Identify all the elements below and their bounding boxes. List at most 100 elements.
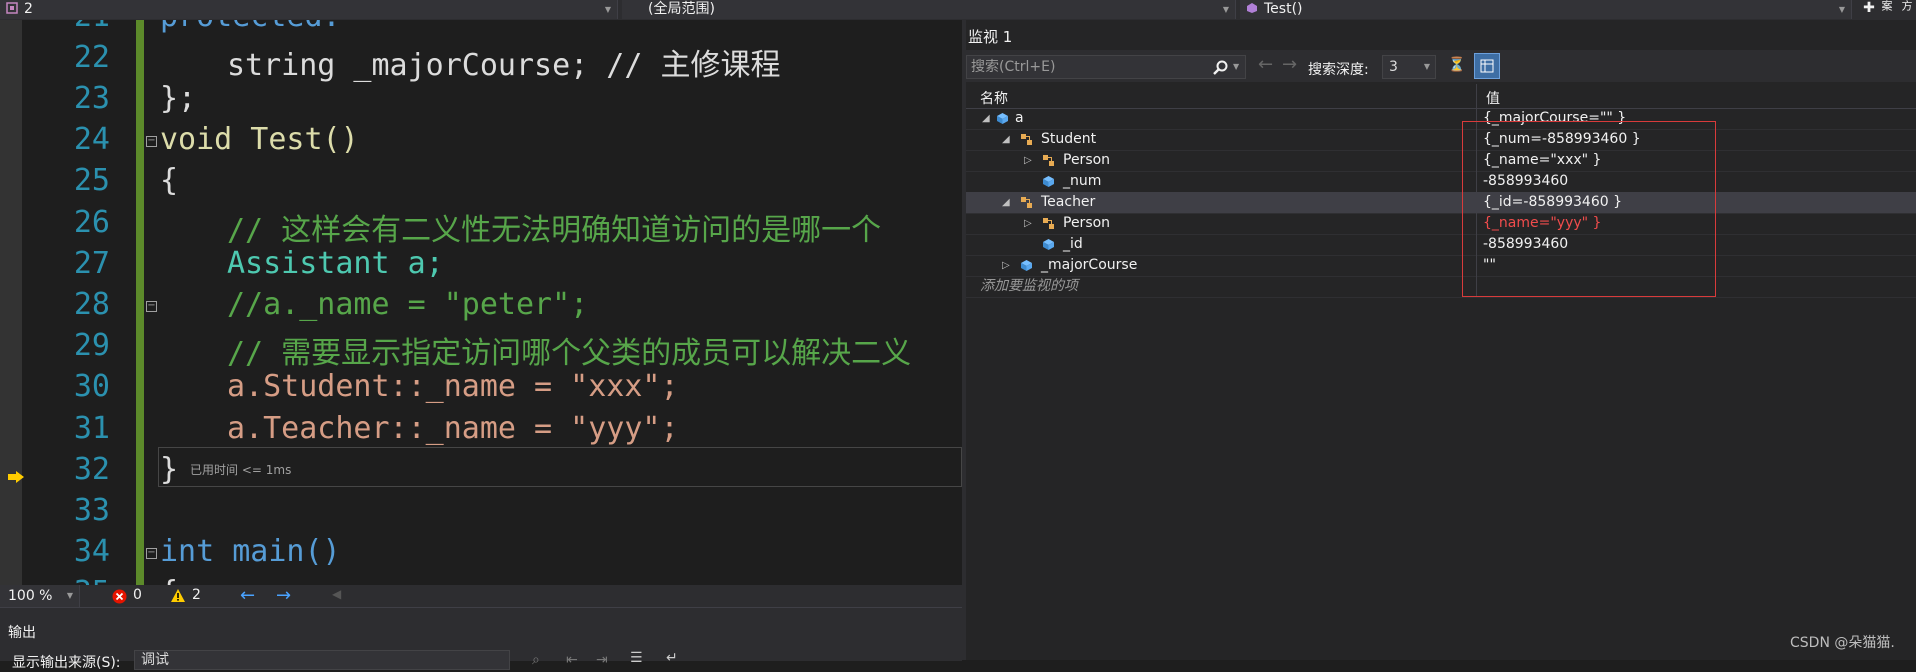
watch-search-input[interactable]: 搜索(Ctrl+E) ▼	[966, 55, 1246, 79]
output-title: 输出	[8, 625, 36, 641]
watch-row[interactable]: ◢ Teacher {_id=-858993460 }	[966, 192, 1916, 214]
chevron-down-icon: ▼	[1222, 5, 1229, 14]
indicator-margin[interactable]	[0, 20, 22, 585]
base-class-icon	[1021, 134, 1032, 145]
arrow-left-icon[interactable]: ←	[240, 585, 255, 606]
line-number: 32	[73, 452, 110, 487]
warning-count: 2	[192, 587, 201, 603]
column-header-value[interactable]: 值	[1486, 88, 1500, 108]
line-number: 28	[73, 287, 110, 322]
side-tab-solution[interactable]: 方案	[1880, 0, 1916, 20]
output-source-dropdown[interactable]: 调试	[134, 650, 510, 670]
scope-dropdown[interactable]: (全局范围) ▼	[622, 0, 1236, 19]
line-number: 23	[73, 81, 110, 116]
line-number: 33	[73, 493, 110, 528]
search-previous-icon[interactable]: ←	[1258, 54, 1273, 75]
watch-row[interactable]: ▷ Person {_name="yyy" }	[966, 213, 1916, 235]
view-mode-button[interactable]	[1474, 53, 1500, 79]
table-icon	[1480, 59, 1494, 73]
base-class-icon	[1043, 155, 1054, 166]
line-number: 26	[73, 205, 110, 240]
watch-window: 监视 1 搜索(Ctrl+E) ▼ ← → 搜索深度: 3 ▼ ⏳ 名称 值 ◢ …	[966, 20, 1916, 660]
scroll-left-icon[interactable]: ◀	[332, 587, 341, 601]
error-icon[interactable]	[112, 589, 127, 604]
project-icon	[6, 2, 18, 14]
code-line[interactable]: a.Student::_name = "xxx";	[227, 369, 679, 404]
chevron-down-icon: ▼	[1838, 5, 1845, 14]
code-line[interactable]: {	[160, 575, 178, 585]
line-number: 31	[73, 411, 110, 446]
search-next-icon[interactable]: →	[1282, 54, 1297, 75]
code-line[interactable]: // 这样会有二义性无法明确知道访问的是哪一个	[227, 205, 881, 249]
watch-toolbar: 搜索(Ctrl+E) ▼ ← → 搜索深度: 3 ▼ ⏳	[966, 50, 1916, 82]
find-message-icon[interactable]: ⌕	[532, 652, 540, 668]
watch-row[interactable]: ▷ Person {_name="xxx" }	[966, 150, 1916, 172]
clear-all-icon[interactable]: ☰	[630, 650, 643, 666]
column-header-name[interactable]: 名称	[980, 88, 1008, 108]
base-class-icon	[1043, 218, 1054, 229]
filter-icon[interactable]: ⏳	[1448, 57, 1465, 73]
collapse-toggle[interactable]: −	[146, 548, 157, 559]
project-dropdown[interactable]: 2 ▼	[0, 0, 618, 19]
line-number: 22	[73, 40, 110, 75]
watch-row[interactable]: _id -858993460	[966, 234, 1916, 256]
current-statement-arrow-icon	[8, 471, 24, 483]
watch-row[interactable]: _num -858993460	[966, 171, 1916, 193]
expand-triangle-icon[interactable]: ▷	[1002, 255, 1010, 276]
code-line[interactable]: };	[160, 81, 196, 116]
code-line[interactable]: Assistant a;	[227, 246, 444, 281]
elapsed-time-hint: 已用时间 <= 1ms	[190, 463, 292, 477]
previous-message-icon[interactable]: ⇤	[566, 652, 578, 668]
code-editor[interactable]: 21 22 23 24 25 26 27 28 29 30 31 32 33 3…	[0, 20, 962, 585]
collapse-toggle[interactable]: −	[146, 301, 157, 312]
add-watch-row[interactable]: 添加要监视的项	[966, 276, 1916, 298]
watch-row[interactable]: ◢ Student {_num=-858993460 }	[966, 129, 1916, 151]
watch-row[interactable]: ▷ _majorCourse ""	[966, 255, 1916, 277]
chevron-down-icon: ▼	[1233, 62, 1240, 71]
field-icon	[1021, 260, 1032, 271]
error-count: 0	[133, 587, 142, 603]
collapse-triangle-icon[interactable]: ◢	[982, 108, 990, 129]
line-number: 34	[73, 534, 110, 569]
code-line[interactable]: int main()	[160, 534, 341, 569]
code-line[interactable]: // 需要显示指定访问哪个父类的成员可以解决二义	[227, 328, 911, 372]
search-depth-dropdown[interactable]: 3 ▼	[1382, 55, 1436, 79]
zoom-dropdown[interactable]: 100 % ▼	[0, 585, 80, 607]
scope-label: (全局范围)	[648, 1, 715, 17]
watch-row[interactable]: ◢ a {_majorCourse="" }	[966, 108, 1916, 130]
line-number: 27	[73, 246, 110, 281]
watch-title: 监视 1	[968, 28, 1013, 46]
line-number: 30	[73, 369, 110, 404]
search-icon	[1213, 60, 1228, 75]
code-line[interactable]: a.Teacher::_name = "yyy";	[227, 411, 679, 446]
code-line[interactable]: //a._name = "peter";	[227, 287, 588, 322]
collapse-triangle-icon[interactable]: ◢	[1002, 129, 1010, 150]
arrow-right-icon[interactable]: →	[276, 585, 291, 606]
highlight-box	[1462, 121, 1716, 297]
member-name: Test()	[1264, 1, 1303, 17]
code-line[interactable]: }	[160, 452, 178, 487]
code-line[interactable]: {	[160, 163, 178, 198]
output-pane: 输出 显示输出来源(S): 调试 ⌕ ⇤ ⇥ ☰ ↵	[0, 607, 962, 671]
search-depth-label: 搜索深度:	[1308, 62, 1369, 78]
chevron-down-icon: ▼	[66, 591, 73, 600]
collapse-triangle-icon[interactable]: ◢	[1002, 192, 1010, 213]
expand-triangle-icon[interactable]: ▷	[1024, 150, 1032, 171]
code-line[interactable]: void Test()	[160, 122, 359, 157]
next-message-icon[interactable]: ⇥	[596, 652, 608, 668]
chevron-down-icon: ▼	[1423, 62, 1430, 71]
code-line[interactable]: string _majorCourse; // 主修课程	[227, 40, 780, 84]
collapse-toggle[interactable]: −	[146, 136, 157, 147]
warning-icon[interactable]	[170, 588, 186, 603]
line-number: 29	[73, 328, 110, 363]
method-icon	[1247, 3, 1257, 13]
variable-icon	[997, 113, 1008, 124]
expand-triangle-icon[interactable]: ▷	[1024, 213, 1032, 234]
line-number: 24	[73, 122, 110, 157]
base-class-icon	[1021, 197, 1032, 208]
code-line[interactable]: protected:	[160, 20, 341, 34]
word-wrap-icon[interactable]: ↵	[666, 650, 678, 666]
watermark: CSDN @朵猫猫.	[1790, 635, 1895, 651]
change-tracking-bar	[136, 20, 144, 585]
member-dropdown[interactable]: Test() ▼	[1240, 0, 1852, 19]
